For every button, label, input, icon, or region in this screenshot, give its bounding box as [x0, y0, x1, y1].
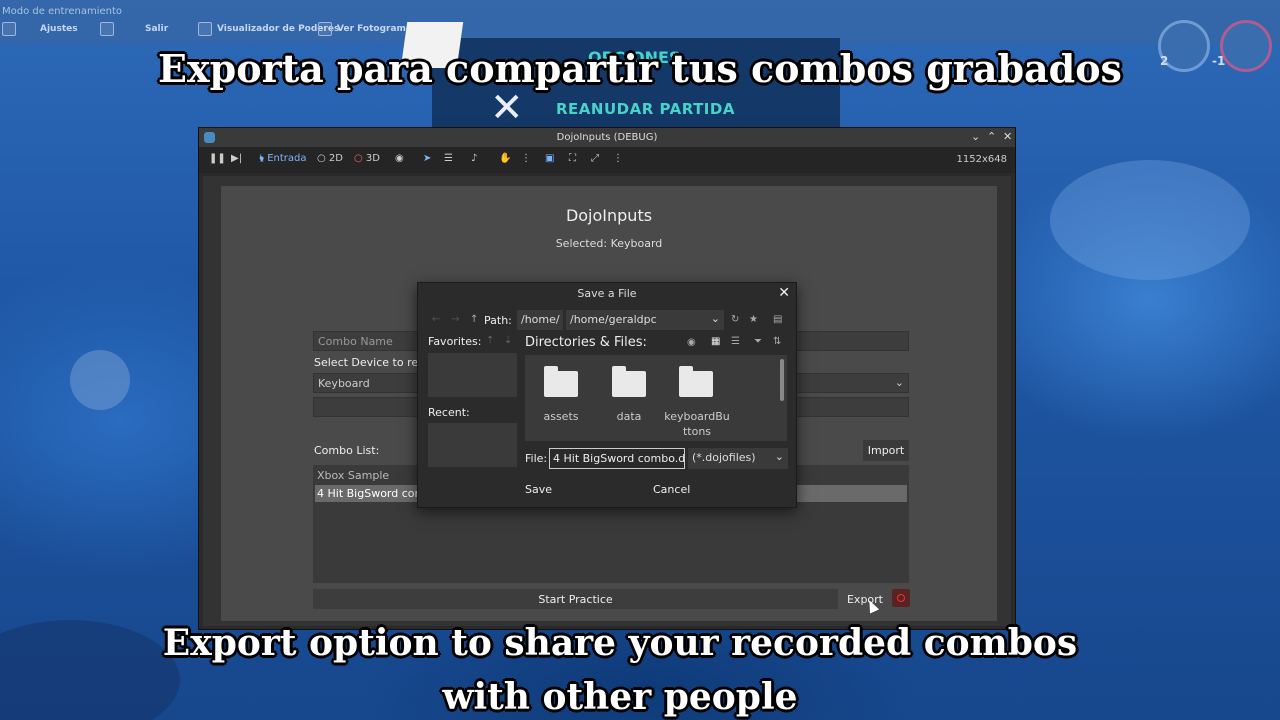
close-icon[interactable]: ✕ [778, 285, 790, 301]
expand-icon[interactable]: ⛶ [569, 153, 576, 164]
spiky-ball-decoration [70, 350, 130, 410]
2d-button[interactable]: ○ 2D [317, 153, 343, 164]
folder-name[interactable]: assets [526, 409, 596, 424]
more-icon[interactable]: ⋮ [521, 153, 531, 164]
key-icon [318, 22, 332, 36]
sort-icon[interactable]: ⇅ [773, 336, 781, 347]
file-name-input[interactable]: 4 Hit BigSword combo.d [549, 448, 685, 469]
list-icon[interactable]: ☰ [444, 153, 453, 164]
cloud-decoration [1050, 160, 1250, 280]
path-input[interactable]: /home/geraldpc ⌄ [566, 310, 724, 330]
folder-icon[interactable] [679, 366, 713, 397]
input-mode-button[interactable]: 🖢 Entrada [259, 153, 306, 164]
pause-icon[interactable]: ❚❚ [209, 153, 226, 164]
3d-button[interactable]: ○ 3D [354, 153, 380, 164]
dirs-files-label: Directories & Files: [525, 335, 647, 350]
key-icon [100, 22, 114, 36]
minimize-icon[interactable]: ⌄ [971, 130, 980, 143]
menu-settings[interactable]: Ajustes [40, 24, 78, 34]
audio-icon[interactable]: ♪ [471, 153, 477, 164]
input-mode-label: Entrada [267, 153, 307, 164]
path-value: /home/geraldpc [570, 313, 657, 326]
cancel-button[interactable]: Cancel [653, 483, 690, 496]
debug-toolbar: ❚❚ ▶| 🖢 Entrada ○ 2D ○ 3D ◉ ➤ ☰ ♪ ✋ ⋮ ▣ … [199, 147, 1015, 173]
chevron-down-icon: ⌄ [894, 376, 904, 389]
3d-label: 3D [365, 153, 380, 164]
recent-label: Recent: [428, 406, 470, 419]
file-browser[interactable] [525, 355, 787, 441]
list-view-icon[interactable]: ☰ [731, 336, 740, 347]
selected-device-text: Selected: Keyboard [555, 237, 663, 250]
mode-label: Modo de entrenamiento [2, 6, 123, 17]
subtitle-bottom: Export option to share your recorded com… [0, 616, 1240, 720]
favorites-list[interactable] [428, 353, 517, 397]
list-item-label: 4 Hit BigSword com [317, 487, 426, 500]
filter-icon[interactable]: ⏷ [754, 336, 762, 347]
subtitle-top: Exporta para compartir tus combos grabad… [158, 46, 1122, 91]
list-item[interactable]: Xbox Sample [317, 469, 389, 482]
back-icon[interactable]: ← [432, 314, 440, 325]
file-type-select[interactable]: (*.dojofiles) ⌄ [688, 448, 788, 469]
start-practice-button[interactable]: Start Practice [313, 589, 838, 609]
visibility-icon[interactable]: ◉ [395, 153, 404, 164]
file-label: File: [525, 452, 548, 465]
scrollbar[interactable] [780, 359, 784, 401]
star-icon[interactable]: ★ [749, 314, 758, 325]
app-title: DojoInputs [565, 206, 653, 225]
key-icon [198, 22, 212, 36]
close-icon[interactable]: ✕ [1003, 130, 1012, 143]
recent-list[interactable] [428, 423, 517, 467]
next-frame-icon[interactable]: ▶| [231, 153, 242, 164]
eye-icon[interactable]: ◉ [687, 337, 696, 348]
folder-name[interactable]: keyboardBu ttons [661, 409, 733, 439]
save-button[interactable]: Save [525, 483, 552, 496]
folder-name[interactable]: data [594, 409, 664, 424]
folder-icon[interactable] [612, 366, 646, 397]
dialog-title: Save a File [577, 287, 637, 300]
record-icon[interactable] [892, 589, 910, 607]
new-folder-icon[interactable]: ▤ [773, 314, 782, 325]
subtitle-bottom-line2: with other people [442, 676, 798, 718]
grid-view-icon[interactable]: ▦ [711, 336, 720, 347]
refresh-icon[interactable]: ↻ [731, 314, 739, 325]
fullscreen-icon[interactable]: ⤢ [591, 153, 599, 164]
export-button[interactable]: Export [841, 589, 889, 609]
combo-name-placeholder: Combo Name [318, 335, 393, 348]
2d-label: 2D [328, 153, 343, 164]
select-icon[interactable]: ➤ [423, 153, 431, 164]
window-titlebar[interactable]: DojoInputs (DEBUG) ⌄ ⌃ ✕ [199, 128, 1015, 147]
move-up-icon[interactable]: ⇡ [486, 335, 494, 346]
device-value: Keyboard [318, 377, 370, 390]
crossed-swords-icon: ✕ [490, 85, 524, 131]
viewport-size: 1152x648 [956, 154, 1007, 165]
maximize-icon[interactable]: ⌃ [987, 130, 996, 143]
filter-value: (*.dojofiles) [692, 451, 756, 464]
path-root-button[interactable]: /home/ [517, 310, 563, 330]
select-device-label: Select Device to reco [314, 356, 431, 369]
chevron-down-icon: ⌄ [710, 312, 720, 325]
up-icon[interactable]: ↑ [470, 314, 478, 325]
path-label: Path: [484, 314, 512, 327]
menu-exit[interactable]: Salir [145, 24, 168, 34]
more-icon-2[interactable]: ⋮ [613, 153, 623, 164]
favorites-label: Favorites: [428, 335, 482, 348]
esc-key-icon [2, 22, 16, 36]
chevron-down-icon: ⌄ [774, 450, 784, 463]
frame-icon[interactable]: ▣ [545, 153, 554, 164]
resume-button[interactable]: REANUDAR PARTIDA [556, 100, 735, 118]
import-button[interactable]: Import [863, 440, 909, 461]
window-title: DojoInputs (DEBUG) [556, 132, 658, 143]
folder-icon[interactable] [544, 366, 578, 397]
forward-icon[interactable]: → [451, 314, 459, 325]
move-down-icon[interactable]: ⇣ [504, 335, 512, 346]
subtitle-bottom-line1: Export option to share your recorded com… [162, 622, 1078, 664]
camera-icon[interactable]: ✋ [499, 153, 511, 164]
combo-list-label: Combo List: [314, 444, 380, 457]
save-file-dialog: Save a File ✕ ← → ↑ Path: /home/ /home/g… [417, 282, 797, 508]
